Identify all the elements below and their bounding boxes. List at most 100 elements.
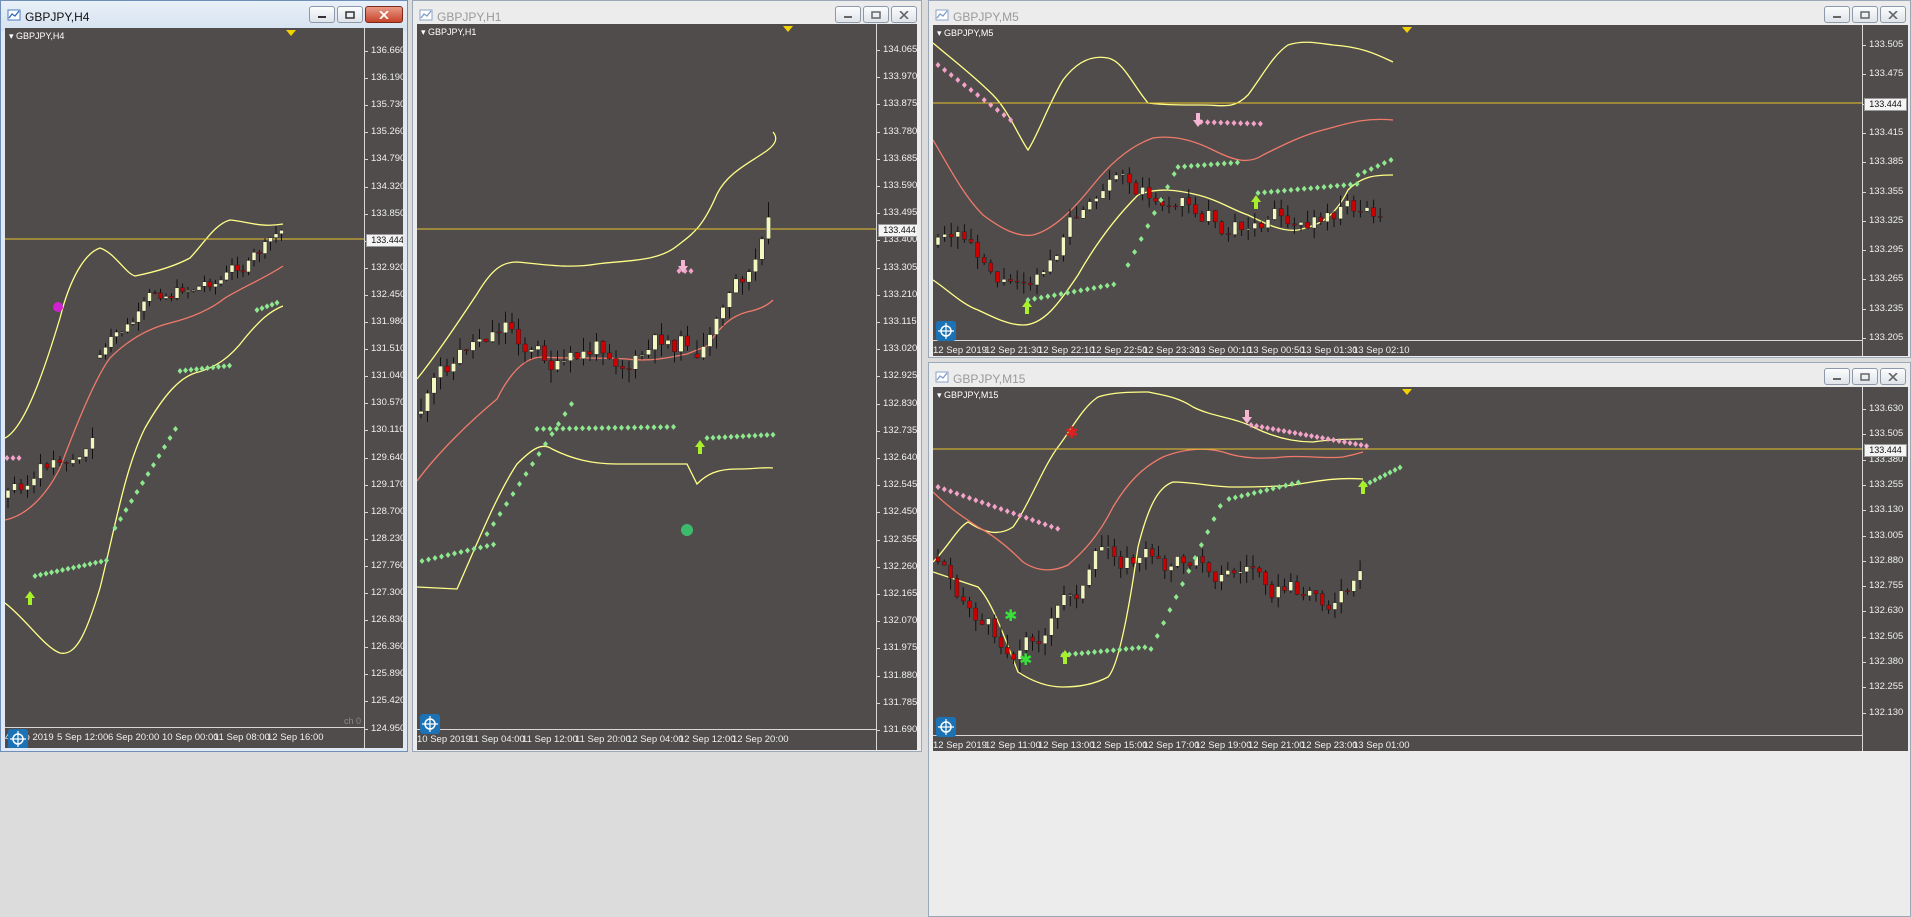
psar-dot (1091, 285, 1097, 291)
candle (114, 331, 119, 337)
time-scale[interactable]: 10 Sep 2019 11 Sep 04:00 11 Sep 12:00 11 Se… (417, 729, 877, 750)
candle (130, 321, 136, 325)
price-tick-label: 133.970 (875, 71, 917, 83)
time-scale[interactable]: 12 Sep 2019 12 Sep 11:00 12 Sep 13:00 12 Se… (933, 735, 1863, 751)
psar-dot (625, 424, 631, 431)
price-tick-label: 133.020 (875, 343, 917, 355)
candle (1219, 574, 1224, 582)
candle (1005, 647, 1010, 655)
psar-dot (580, 425, 585, 432)
time-scale[interactable]: 12 Sep 2019 12 Sep 21:30 12 Sep 22:10 12 Se… (933, 340, 1863, 356)
psar-dot (497, 511, 503, 517)
price-scale[interactable]: 134.065 133.970 133.875 133.780 133.685 133.5… (875, 24, 917, 750)
candle (1023, 636, 1029, 651)
price-plot: ✱ ✱ ✱ (933, 391, 1863, 688)
psar-dot (1098, 283, 1104, 290)
maximize-button[interactable] (337, 6, 363, 23)
price-tick-label: 135.730 (363, 99, 403, 110)
maximize-button[interactable] (863, 6, 889, 23)
close-button[interactable] (891, 6, 917, 23)
psar-dot (1079, 650, 1085, 657)
psar-dot (1167, 607, 1173, 613)
candle (665, 339, 671, 345)
price-tick-label: 133.235 (1861, 302, 1904, 314)
psar-dot (1215, 161, 1221, 167)
maximize-button[interactable] (1852, 368, 1878, 385)
psar-dot (1292, 430, 1298, 436)
price-scale[interactable]: 136.660 136.190 135.730 135.260 134.790 134.3… (363, 28, 403, 748)
psar-dot (1117, 646, 1123, 653)
psar-dot (1138, 236, 1144, 242)
psar-dot (1136, 644, 1142, 651)
psar-dot (254, 307, 260, 313)
chart-area[interactable]: ▾ GBPJPY,M15 ✱ ✱ ✱ 133.630 133.505 133.380… (933, 387, 1908, 751)
psar-dot (1211, 119, 1217, 126)
psar-dot (1353, 441, 1358, 447)
chart-area[interactable]: ▾ GBPJPY,H1 134.065 133.970 133.875 133.780… (417, 24, 917, 750)
psar-dot (1328, 183, 1334, 190)
price-scale[interactable]: 133.505133.475133.445133.415133.385133.3… (1861, 25, 1908, 356)
buy-star-icon: ✱ (1019, 650, 1032, 669)
psar-dot (1224, 119, 1230, 126)
time-scale[interactable]: 4 Sep 2019 5 Sep 12:00 6 Sep 20:00 10 Sep 0… (5, 727, 365, 748)
price-tick-label: 133.685 (875, 152, 917, 164)
psar-dot (445, 552, 451, 558)
minimize-button[interactable] (309, 6, 335, 23)
candle (1351, 580, 1357, 592)
psar-dot (1262, 189, 1268, 196)
navigation-button[interactable] (936, 717, 956, 737)
close-button[interactable] (1880, 6, 1906, 23)
close-button[interactable] (365, 6, 403, 23)
candle (1061, 236, 1066, 256)
navigation-button[interactable] (420, 714, 440, 734)
psar-dot (992, 503, 998, 510)
chart-window-m15[interactable]: GBPJPY,M15 ▾ GBPJPY,M15 ✱ ✱ ✱ 133.630 133… (928, 362, 1911, 917)
price-scale[interactable]: 133.630 133.505 133.380 133.255 133.130 133.0… (1861, 387, 1908, 751)
chart-window-h1[interactable]: GBPJPY,H1 ▾ GBPJPY,H1 134.065 133.970 133.… (412, 0, 922, 752)
maximize-button[interactable] (1852, 6, 1878, 23)
parabolic-sar (935, 62, 1394, 303)
psar-dot (534, 426, 540, 432)
candle (1030, 636, 1035, 642)
minimize-button[interactable] (835, 6, 861, 23)
psar-dot (968, 87, 974, 93)
time-tick-label: 12 Sep 2019 (933, 345, 987, 356)
price-tick-label: 135.260 (363, 126, 403, 137)
title-bar[interactable]: GBPJPY,H4 (1, 1, 407, 31)
candle (707, 334, 713, 347)
navigation-button[interactable] (8, 729, 28, 748)
minimize-icon (1833, 377, 1841, 380)
candle (1320, 593, 1325, 606)
chart-area[interactable]: ▾ GBPJPY,H4 136.660 136.190 135.730 135.260… (5, 28, 403, 748)
time-tick-label: 13 Sep 01:00 (1353, 740, 1410, 751)
candle (1257, 567, 1262, 573)
close-button[interactable] (1880, 368, 1906, 385)
candle (1143, 548, 1149, 558)
candle (1120, 173, 1126, 176)
psar-dot (1276, 484, 1282, 490)
candle (1175, 556, 1180, 567)
candle (279, 230, 284, 235)
current-price-tag: 133.444 (1864, 444, 1907, 457)
psar-dot (104, 557, 109, 564)
candle (766, 216, 771, 240)
psar-dot (426, 556, 431, 563)
price-tick-label: 136.190 (363, 72, 403, 83)
navigation-button[interactable] (936, 321, 956, 341)
candle (1179, 197, 1185, 207)
chart-window-m5[interactable]: GBPJPY,M5 ▾ GBPJPY,M5 133.505 133.475 133.… (928, 0, 1911, 358)
price-tick-label: 132.830 (875, 397, 917, 409)
price-tick-label: 132.450 (875, 506, 917, 518)
chart-area[interactable]: ▾ GBPJPY,M5 133.505133.475133.445133.415… (933, 25, 1908, 356)
psar-dot (1364, 443, 1369, 449)
psar-dot (998, 506, 1004, 512)
psar-dot (716, 434, 722, 441)
candle (942, 561, 947, 566)
price-tick-label: 129.640 (363, 452, 403, 463)
candle (1087, 201, 1093, 211)
candle (12, 483, 17, 491)
chart-window-h4[interactable]: GBPJPY,H4 ▾ GBPJPY,H4 136.660 136.190 135.… (0, 0, 408, 752)
minimize-button[interactable] (1824, 368, 1850, 385)
minimize-button[interactable] (1824, 6, 1850, 23)
psar-dot (1388, 157, 1394, 163)
